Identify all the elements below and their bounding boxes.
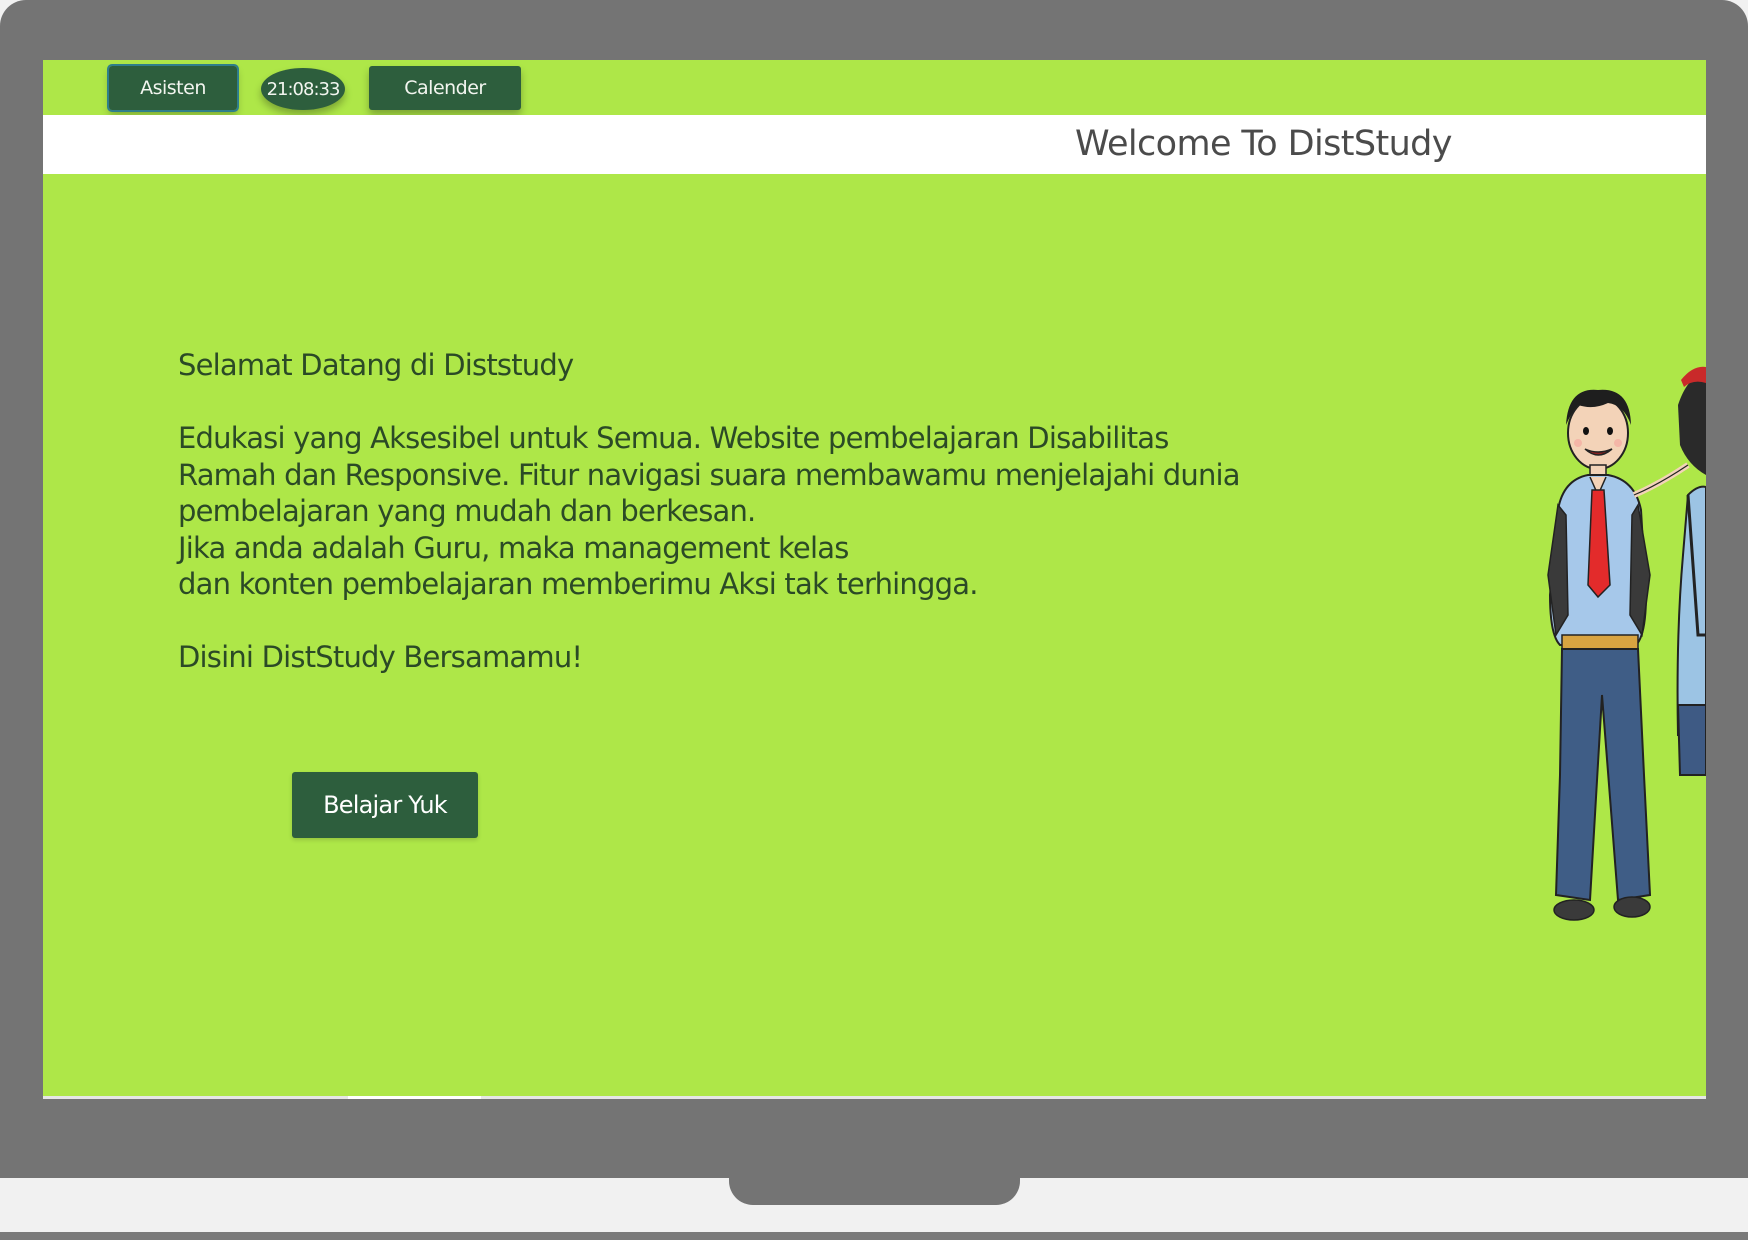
calendar-button[interactable]: Calender [369, 66, 521, 110]
screen-bottom-edge [43, 1096, 1706, 1099]
intro-text: Selamat Datang di Diststudy Edukasi yang… [178, 348, 1241, 674]
clock-display: 21:08:33 [261, 68, 345, 110]
welcome-title: Welcome To DistStudy [1075, 124, 1452, 164]
students-illustration [1547, 366, 1706, 921]
hero-content: Selamat Datang di Diststudy Edukasi yang… [178, 347, 1308, 676]
laptop-notch [729, 1178, 1020, 1205]
assistant-button[interactable]: Asisten [107, 64, 239, 112]
start-learning-button[interactable]: Belajar Yuk [292, 772, 478, 838]
top-toolbar: Asisten 21:08:33 Calender [43, 60, 1706, 115]
screen-bottom-mark [348, 1096, 481, 1099]
app-screen: Asisten 21:08:33 Calender Welcome To Dis… [43, 60, 1706, 1099]
laptop-base-edge [0, 1232, 1748, 1240]
welcome-banner: Welcome To DistStudy [43, 115, 1706, 174]
